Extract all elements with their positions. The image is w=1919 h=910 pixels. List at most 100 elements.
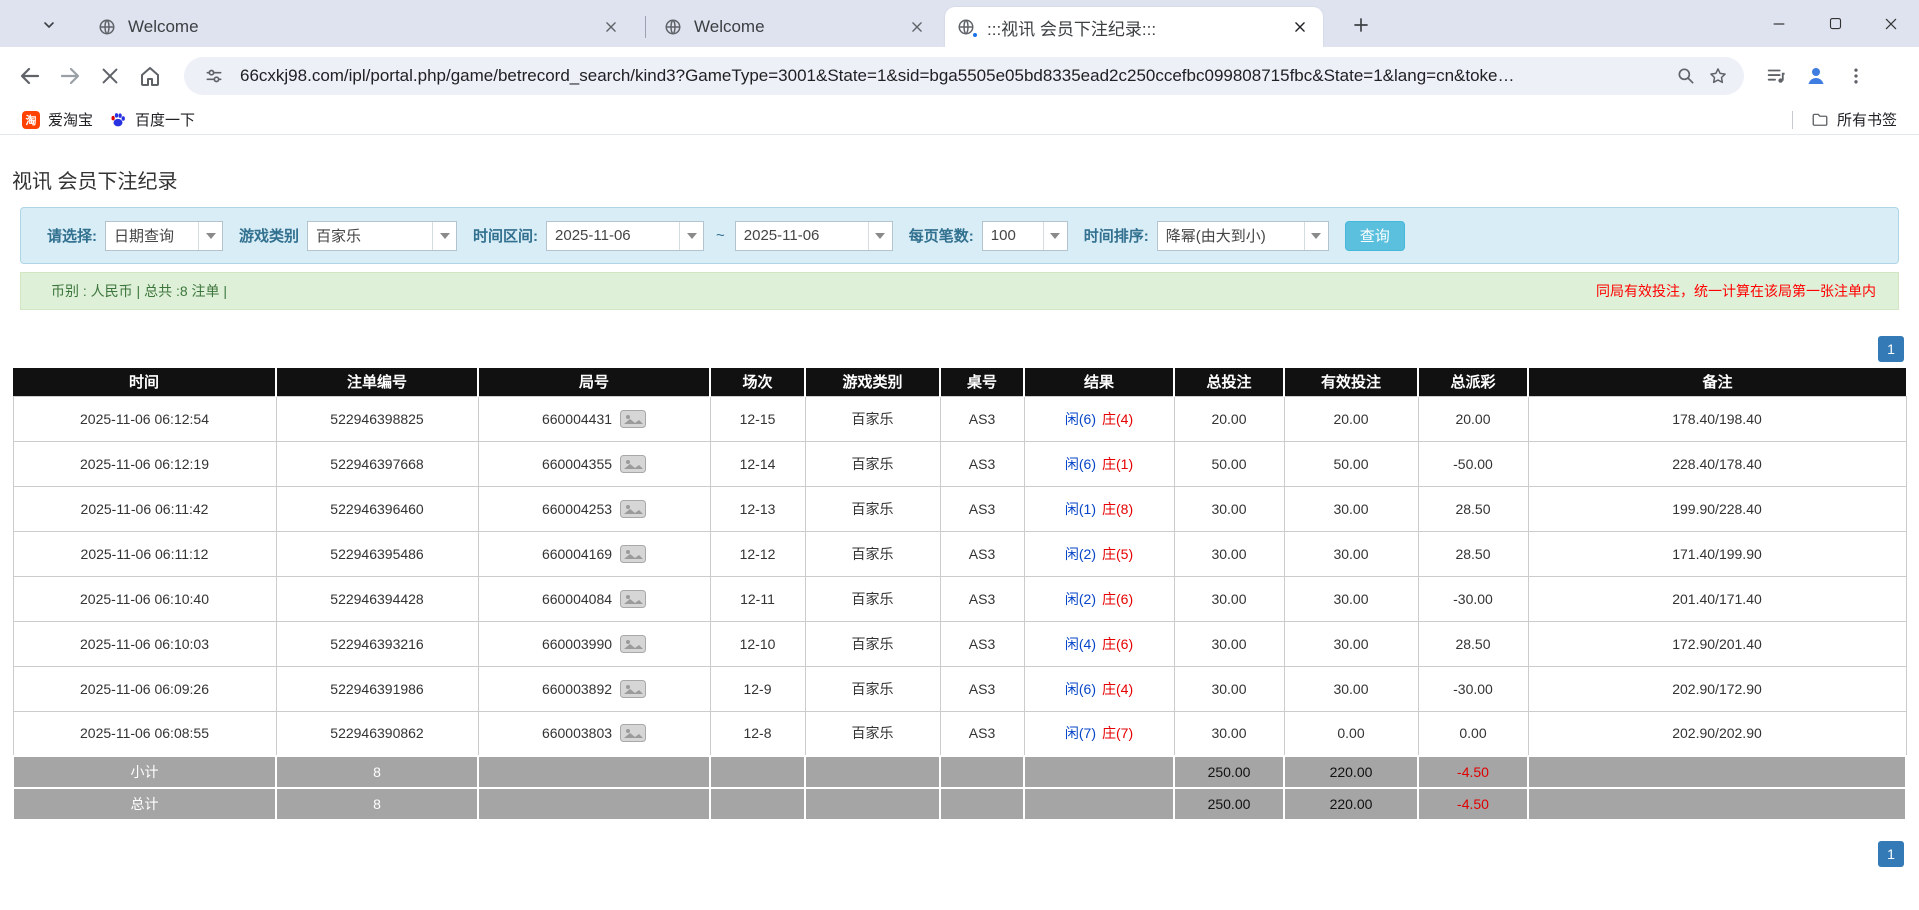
dropdown-arrow-icon[interactable] — [198, 222, 222, 250]
baidu-paw-favicon-icon — [109, 111, 127, 129]
dropdown-arrow-icon[interactable] — [868, 222, 892, 250]
video-thumbnail-icon[interactable] — [620, 590, 646, 608]
dropdown-arrow-icon[interactable] — [432, 222, 456, 250]
video-thumbnail-icon[interactable] — [620, 724, 646, 742]
page-number-button[interactable]: 1 — [1878, 336, 1904, 362]
url-text[interactable]: 66cxkj98.com/ipl/portal.php/game/betreco… — [240, 66, 1670, 86]
cell-total-bet-link[interactable]: 20.00 — [1174, 396, 1284, 441]
cell-payout: -50.00 — [1418, 441, 1528, 486]
tab-close-icon[interactable] — [906, 16, 928, 38]
game-type-select[interactable]: 百家乐 — [307, 221, 457, 251]
sort-order-value: 降幂(由大到小) — [1158, 225, 1304, 246]
dropdown-arrow-icon[interactable] — [1304, 222, 1328, 250]
forward-button[interactable] — [50, 56, 90, 96]
plus-icon — [1352, 16, 1370, 34]
chevron-down-icon — [41, 17, 57, 33]
cell-bet-id: 522946394428 — [276, 576, 478, 621]
cell-valid-bet: 50.00 — [1284, 441, 1418, 486]
tab-title: Welcome — [694, 17, 896, 37]
profile-avatar-icon — [1804, 64, 1828, 88]
maximize-button[interactable] — [1807, 0, 1863, 47]
stop-loading-button[interactable] — [90, 56, 130, 96]
date-to-select[interactable]: 2025-11-06 — [735, 221, 893, 251]
page-size-select[interactable]: 100 — [982, 221, 1068, 251]
bookmark-taobao[interactable]: 淘 爱淘宝 — [14, 108, 101, 132]
tab-strip: Welcome Welcome :::视讯 会员下注纪录::: — [0, 0, 1919, 47]
profile-button[interactable] — [1796, 56, 1836, 96]
cell-remark: 178.40/198.40 — [1528, 396, 1906, 441]
cell-valid-bet: 30.00 — [1284, 576, 1418, 621]
cell-session: 12-11 — [710, 576, 805, 621]
address-bar[interactable]: 66cxkj98.com/ipl/portal.php/game/betreco… — [184, 57, 1744, 95]
tab-welcome-1[interactable]: Welcome — [86, 7, 634, 47]
video-thumbnail-icon[interactable] — [620, 680, 646, 698]
search-button[interactable]: 查询 — [1345, 221, 1405, 251]
bookmark-star-icon[interactable] — [1702, 60, 1734, 92]
cell-game: 百家乐 — [805, 441, 940, 486]
all-bookmarks-button[interactable]: 所有书签 — [1803, 108, 1905, 132]
home-icon — [138, 64, 162, 88]
table-row: 2025-11-06 06:12:19 522946397668 6600043… — [13, 441, 1906, 486]
cell-time: 2025-11-06 06:12:54 — [13, 396, 276, 441]
video-thumbnail-icon[interactable] — [620, 500, 646, 518]
sort-order-select[interactable]: 降幂(由大到小) — [1157, 221, 1329, 251]
cell-total-bet-link[interactable]: 30.00 — [1174, 621, 1284, 666]
date-from-select[interactable]: 2025-11-06 — [546, 221, 704, 251]
total-count: 8 — [276, 788, 478, 820]
tab-welcome-2[interactable]: Welcome — [652, 7, 940, 47]
site-info-icon[interactable] — [198, 60, 230, 92]
subtotal-empty-cell — [805, 756, 940, 788]
cell-payout: 0.00 — [1418, 711, 1528, 756]
result-player: 闲(6) — [1065, 456, 1096, 472]
dropdown-arrow-icon[interactable] — [1043, 222, 1067, 250]
window-controls — [1751, 0, 1919, 47]
video-thumbnail-icon[interactable] — [620, 410, 646, 428]
table-row: 2025-11-06 06:10:03 522946393216 6600039… — [13, 621, 1906, 666]
video-thumbnail-icon[interactable] — [620, 545, 646, 563]
cell-total-bet-link[interactable]: 50.00 — [1174, 441, 1284, 486]
total-empty-cell — [1024, 788, 1174, 820]
new-tab-button[interactable] — [1348, 12, 1374, 38]
page-size-value: 100 — [983, 227, 1043, 244]
browser-menu-button[interactable] — [1836, 56, 1876, 96]
back-arrow-icon — [18, 64, 42, 88]
bookmark-baidu[interactable]: 百度一下 — [101, 108, 203, 132]
tab-title: :::视讯 会员下注纪录::: — [987, 15, 1279, 40]
tab-bet-records-active[interactable]: :::视讯 会员下注纪录::: — [945, 7, 1323, 47]
cell-bet-id: 522946398825 — [276, 396, 478, 441]
minimize-button[interactable] — [1751, 0, 1807, 47]
video-thumbnail-icon[interactable] — [620, 455, 646, 473]
home-button[interactable] — [130, 56, 170, 96]
tab-close-icon[interactable] — [1289, 16, 1311, 38]
valid-bet-notice-text: 同局有效投注，统一计算在该局第一张注单内 — [1596, 281, 1876, 301]
table-row: 2025-11-06 06:12:54 522946398825 6600044… — [13, 396, 1906, 441]
media-controls-button[interactable] — [1756, 56, 1796, 96]
result-player: 闲(2) — [1065, 591, 1096, 607]
cell-time: 2025-11-06 06:11:12 — [13, 531, 276, 576]
video-thumbnail-icon[interactable] — [620, 635, 646, 653]
pagination-bottom: 1 — [0, 841, 1919, 867]
query-type-select[interactable]: 日期查询 — [105, 221, 223, 251]
cell-bet-id: 522946390862 — [276, 711, 478, 756]
cell-table-no: AS3 — [940, 666, 1024, 711]
bookmarks-bar: 淘 爱淘宝 百度一下 所有书签 — [0, 105, 1919, 135]
back-button[interactable] — [10, 56, 50, 96]
cell-total-bet-link[interactable]: 30.00 — [1174, 486, 1284, 531]
cell-total-bet-link[interactable]: 30.00 — [1174, 531, 1284, 576]
table-row: 2025-11-06 06:11:42 522946396460 6600042… — [13, 486, 1906, 531]
zoom-icon[interactable] — [1670, 60, 1702, 92]
media-controls-icon — [1765, 65, 1787, 87]
all-bookmarks-label: 所有书签 — [1837, 109, 1897, 130]
cell-total-bet-link[interactable]: 30.00 — [1174, 666, 1284, 711]
cell-bet-id: 522946391986 — [276, 666, 478, 711]
summary-bar: 币别 : 人民币 | 总共 :8 注单 | 同局有效投注，统一计算在该局第一张注… — [20, 272, 1899, 310]
close-window-button[interactable] — [1863, 0, 1919, 47]
tab-search-button[interactable] — [36, 12, 62, 38]
page-number-button[interactable]: 1 — [1878, 841, 1904, 867]
result-banker: 庄(5) — [1102, 546, 1133, 562]
cell-total-bet-link[interactable]: 30.00 — [1174, 711, 1284, 756]
total-empty-cell — [478, 788, 710, 820]
tab-close-icon[interactable] — [600, 16, 622, 38]
cell-total-bet-link[interactable]: 30.00 — [1174, 576, 1284, 621]
dropdown-arrow-icon[interactable] — [679, 222, 703, 250]
